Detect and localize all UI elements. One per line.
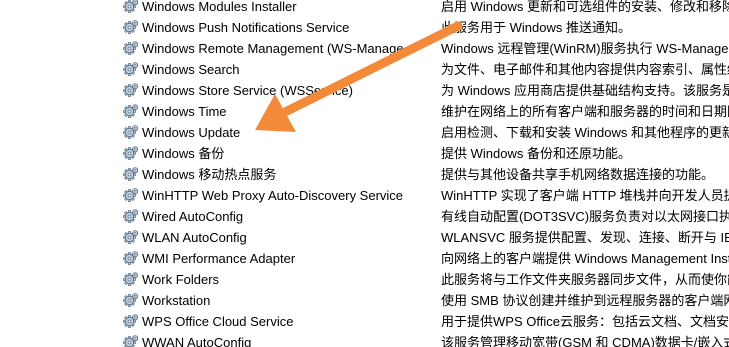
service-name: WPS Office Cloud Service [142,314,294,329]
service-description: 为 Windows 应用商店提供基础结构支持。该服务是按 [441,83,729,98]
service-name: WMI Performance Adapter [142,251,296,266]
service-row[interactable]: Work Folders 此服务将与工作文件夹服务器同步文件，从而使你能够 [0,269,729,290]
service-row[interactable]: Windows 备份 提供 Windows 备份和还原功能。 [0,143,729,164]
services-list: Windows Modules Installer 启用 Windows 更新和… [0,0,729,347]
gear-icon [123,187,139,203]
service-row[interactable]: WWAN AutoConfig 该服务管理移动宽带(GSM 和 CDMA)数据卡… [0,332,729,347]
gear-icon [123,292,139,308]
service-name: WinHTTP Web Proxy Auto-Discovery Service [142,188,404,203]
gear-icon [123,208,139,224]
gear-icon [123,229,139,245]
service-row[interactable]: Windows 移动热点服务 提供与其他设备共享手机网络数据连接的功能。 [0,164,729,185]
gear-icon [123,19,139,35]
service-description: 此服务用于 Windows 推送通知。 [441,20,631,35]
service-row[interactable]: Windows Modules Installer 启用 Windows 更新和… [0,0,729,17]
service-description: WinHTTP 实现了客户端 HTTP 堆栈并向开发人员提供 [441,188,729,203]
service-name: WWAN AutoConfig [142,335,252,347]
service-name: Windows Push Notifications Service [142,20,350,35]
service-row[interactable]: WLAN AutoConfig WLANSVC 服务提供配置、发现、连接、断开与… [0,227,729,248]
service-name: Windows 备份 [142,146,225,161]
gear-icon [123,124,139,140]
service-row[interactable]: Windows Time 维护在网络上的所有客户端和服务器的时间和日期同步 [0,101,729,122]
gear-icon [123,313,139,329]
service-row[interactable]: Windows Search 为文件、电子邮件和其他内容提供内容索引、属性缓存 [0,59,729,80]
gear-icon [123,0,139,14]
service-description: 此服务将与工作文件夹服务器同步文件，从而使你能够 [441,272,729,287]
service-description: Windows 远程管理(WinRM)服务执行 WS-Managem [441,41,729,56]
gear-icon [123,145,139,161]
service-name: Windows Remote Management (WS-Manage... [142,41,415,56]
service-description: 维护在网络上的所有客户端和服务器的时间和日期同步 [441,104,729,119]
service-name: Windows Modules Installer [142,0,297,14]
gear-icon [123,61,139,77]
gear-icon [123,103,139,119]
service-name: Wired AutoConfig [142,209,244,224]
gear-icon [123,40,139,56]
service-row[interactable]: Windows Store Service (WSService) 为 Wind… [0,80,729,101]
service-description: 启用 Windows 更新和可选组件的安装、修改和移除。 [441,0,729,14]
gear-icon [123,166,139,182]
service-name: Windows Update [142,125,241,140]
service-name: Work Folders [142,272,220,287]
service-description: 提供与其他设备共享手机网络数据连接的功能。 [441,167,715,182]
service-row-windows-update[interactable]: Windows Update 启用检测、下载和安装 Windows 和其他程序的… [0,122,729,143]
service-description: 向网络上的客户端提供 Windows Management Instr [441,251,729,266]
gear-icon [123,82,139,98]
service-row[interactable]: WMI Performance Adapter 向网络上的客户端提供 Windo… [0,248,729,269]
service-name: Windows 移动热点服务 [142,167,277,182]
service-name: Windows Search [142,62,240,77]
service-row[interactable]: Wired AutoConfig 有线自动配置(DOT3SVC)服务负责对以太网… [0,206,729,227]
service-row[interactable]: WPS Office Cloud Service 用于提供WPS Office云… [0,311,729,332]
service-description: WLANSVC 服务提供配置、发现、连接、断开与 IEEE [441,230,729,245]
service-name: Windows Time [142,104,227,119]
service-name: Workstation [142,293,211,308]
service-description: 启用检测、下载和安装 Windows 和其他程序的更新。 [441,125,729,140]
service-name: WLAN AutoConfig [142,230,247,245]
gear-icon [123,250,139,266]
service-row[interactable]: Windows Push Notifications Service 此服务用于… [0,17,729,38]
gear-icon [123,271,139,287]
service-description: 使用 SMB 协议创建并维护到远程服务器的客户端网络连 [441,293,729,308]
service-name: Windows Store Service (WSService) [142,83,353,98]
gear-icon [123,334,139,347]
service-description: 有线自动配置(DOT3SVC)服务负责对以太网接口执行 I [441,209,729,224]
service-description: 提供 Windows 备份和还原功能。 [441,146,631,161]
service-description: 为文件、电子邮件和其他内容提供内容索引、属性缓存 [441,62,729,77]
service-row[interactable]: Windows Remote Management (WS-Manage... … [0,38,729,59]
service-description: 该服务管理移动宽带(GSM 和 CDMA)数据卡/嵌入式模 [441,335,729,347]
service-description: 用于提供WPS Office云服务：包括云文档、文档安全、 [441,314,729,329]
service-row[interactable]: Workstation 使用 SMB 协议创建并维护到远程服务器的客户端网络连 [0,290,729,311]
service-row[interactable]: WinHTTP Web Proxy Auto-Discovery Service… [0,185,729,206]
